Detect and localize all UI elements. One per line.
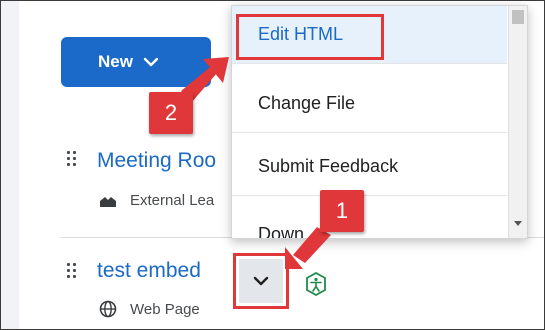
screenshot-frame: New Meeting Roo External Lea test embed … — [0, 0, 545, 330]
step-badge-2: 2 — [149, 92, 193, 134]
step-badge-1: 1 — [320, 190, 364, 232]
arrow-1 — [293, 227, 331, 263]
annotation-arrows — [181, 57, 331, 269]
